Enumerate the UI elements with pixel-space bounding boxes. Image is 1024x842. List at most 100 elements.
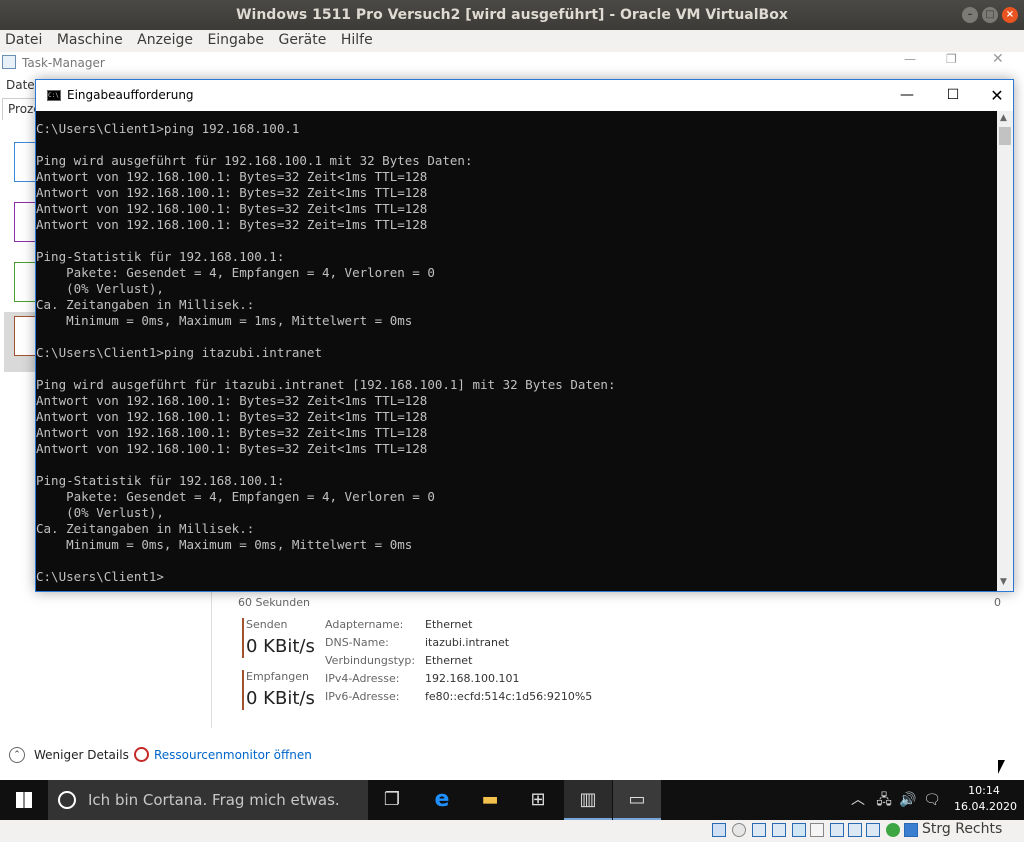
recv-label: Empfangen: [246, 670, 309, 683]
cmd-line: Ca. Zeitangaben in Millisek.:: [36, 297, 255, 312]
cmd-line: Ping-Statistik für 192.168.100.1:: [36, 249, 285, 264]
cmd-line: Antwort von 192.168.100.1: Bytes=32 Zeit…: [36, 409, 428, 424]
cmd-line: Antwort von 192.168.100.1: Bytes=32 Zeit…: [36, 185, 428, 200]
taskbar-clock[interactable]: 10:14 16.04.2020: [954, 783, 1017, 815]
prop-value-dns: itazubi.intranet: [425, 636, 510, 649]
taskmgr-restore-icon[interactable]: ❐: [946, 52, 957, 66]
vbox-statusbar: Strg Rechts: [0, 820, 1024, 842]
cmd-minimize-icon[interactable]: —: [892, 80, 922, 111]
prop-key-ipv6: IPv6-Adresse:: [325, 690, 400, 703]
cmd-line: [36, 137, 615, 153]
display-status-icon[interactable]: [830, 823, 844, 837]
recv-marker: [242, 670, 244, 710]
send-marker: [242, 618, 244, 658]
cmd-window: C:\ Eingabeaufforderung — ☐ ✕ C:\Users\C…: [35, 79, 1014, 592]
recv-value: 0 KBit/s: [246, 688, 315, 709]
vbox-menu-maschine[interactable]: Maschine: [52, 30, 128, 52]
optical-status-icon[interactable]: [732, 823, 746, 837]
prop-key-adaptername: Adaptername:: [325, 618, 404, 631]
guest-screen: Task-Manager — ❐ ✕ Datei Proze 60 Sekund…: [0, 52, 1024, 820]
hdd-status-icon[interactable]: [712, 823, 726, 837]
store-icon[interactable]: ⊞: [514, 780, 562, 820]
prop-key-dns: DNS-Name:: [325, 636, 389, 649]
task-view-icon[interactable]: ❐: [368, 780, 416, 820]
cmd-line: C:\Users\Client1>ping itazubi.intranet: [36, 345, 322, 360]
windows-logo-icon: [16, 792, 32, 808]
volume-icon[interactable]: 🔊: [896, 780, 920, 820]
start-button[interactable]: [0, 780, 48, 820]
maximize-icon[interactable]: □: [982, 7, 998, 23]
cmd-line: (0% Verlust),: [36, 505, 164, 520]
tray-chevron-up-icon[interactable]: ︿: [846, 780, 870, 820]
usb-status-icon[interactable]: [792, 823, 806, 837]
cortana-search-placeholder: Ich bin Cortana. Frag mich etwas.: [88, 791, 340, 809]
cmd-line: [36, 553, 615, 569]
prop-key-ipv4: IPv4-Adresse:: [325, 672, 400, 685]
taskmgr-close-icon[interactable]: ✕: [992, 52, 1004, 67]
cmd-line: Ca. Zeitangaben in Millisek.:: [36, 521, 255, 536]
resource-monitor-link[interactable]: Ressourcenmonitor öffnen: [154, 748, 312, 762]
less-details-link[interactable]: Weniger Details: [34, 748, 129, 762]
windows-taskbar: Ich bin Cortana. Frag mich etwas. ❐ e ▬ …: [0, 780, 1024, 820]
cmd-line: Antwort von 192.168.100.1: Bytes=32 Zeit…: [36, 217, 428, 232]
cmd-scrollbar[interactable]: ▲ ▼: [997, 111, 1013, 591]
video-capture-status-icon[interactable]: [848, 823, 862, 837]
taskmgr-app-icon: [2, 55, 16, 69]
network-icon[interactable]: 🖧: [872, 780, 896, 820]
prop-value-ipv6: fe80::ecfd:514c:1d56:9210%5: [425, 690, 593, 703]
shared-folders-status-icon[interactable]: [810, 823, 824, 837]
graph-axis-right-label: 0: [994, 596, 1001, 609]
prop-value-ipv4: 192.168.100.101: [425, 672, 520, 685]
scroll-down-icon[interactable]: ▼: [1000, 577, 1007, 587]
cmd-line: Antwort von 192.168.100.1: Bytes=32 Zeit…: [36, 393, 428, 408]
screen: Windows 1511 Pro Versuch2 [wird ausgefüh…: [0, 0, 1024, 842]
taskbar-taskmgr-icon[interactable]: ▥: [564, 780, 612, 820]
taskmgr-menu-datei[interactable]: Datei: [6, 78, 38, 92]
network-status-icon[interactable]: [772, 823, 786, 837]
taskbar-cmd-icon[interactable]: ▭: [613, 780, 661, 820]
scroll-up-icon[interactable]: ▲: [1000, 113, 1007, 123]
cmd-output: C:\Users\Client1>ping 192.168.100.1 Ping…: [36, 121, 615, 585]
taskmgr-minimize-icon[interactable]: —: [904, 52, 916, 66]
cortana-icon: [58, 791, 76, 809]
vbox-menu-geraete[interactable]: Geräte: [273, 30, 331, 52]
vbox-window-title: Windows 1511 Pro Versuch2 [wird ausgefüh…: [236, 7, 788, 23]
chevron-up-icon[interactable]: ⌃: [9, 747, 25, 763]
cmd-line: [36, 233, 615, 249]
vbox-menubar: Datei Maschine Anzeige Eingabe Geräte Hi…: [0, 30, 1024, 52]
vbox-menu-datei[interactable]: Datei: [0, 30, 47, 52]
notifications-icon[interactable]: 🗨: [920, 780, 944, 820]
vbox-titlebar: Windows 1511 Pro Versuch2 [wird ausgefüh…: [0, 0, 1024, 30]
send-label: Senden: [246, 618, 288, 631]
cmd-console[interactable]: C:\Users\Client1>ping 192.168.100.1 Ping…: [36, 111, 997, 591]
guest-additions-status-icon[interactable]: [886, 823, 900, 837]
cmd-line: C:\Users\Client1>ping 192.168.100.1: [36, 121, 300, 136]
prop-value-type: Ethernet: [425, 654, 473, 667]
prop-value-adaptername: Ethernet: [425, 618, 473, 631]
vbox-menu-eingabe[interactable]: Eingabe: [202, 30, 269, 52]
graph-axis-left-label: 60 Sekunden: [238, 596, 310, 609]
vbox-menu-anzeige[interactable]: Anzeige: [132, 30, 198, 52]
taskmgr-titlebar: Task-Manager — ❐ ✕: [0, 52, 1024, 74]
scrollbar-thumb[interactable]: [999, 127, 1011, 145]
cmd-line: Pakete: Gesendet = 4, Empfangen = 4, Ver…: [36, 489, 435, 504]
mouse-integration-status-icon[interactable]: [904, 823, 918, 837]
cmd-maximize-icon[interactable]: ☐: [938, 80, 968, 111]
cmd-line: C:\Users\Client1>: [36, 569, 164, 584]
cmd-line: Antwort von 192.168.100.1: Bytes=32 Zeit…: [36, 201, 428, 216]
file-explorer-icon[interactable]: ▬: [466, 780, 514, 820]
send-value: 0 KBit/s: [246, 636, 315, 657]
edge-icon[interactable]: e: [418, 780, 466, 820]
cmd-close-icon[interactable]: ✕: [982, 80, 1012, 111]
cmd-line: Ping wird ausgeführt für 192.168.100.1 m…: [36, 153, 473, 168]
close-icon[interactable]: ×: [1002, 7, 1018, 23]
audio-status-icon[interactable]: [752, 823, 766, 837]
cmd-line: Minimum = 0ms, Maximum = 1ms, Mittelwert…: [36, 313, 413, 328]
vt-x-status-icon[interactable]: [866, 823, 880, 837]
taskmgr-title: Task-Manager: [22, 56, 105, 70]
clock-time: 10:14: [968, 784, 1000, 797]
minimize-icon[interactable]: –: [962, 7, 978, 23]
cortana-search-box[interactable]: Ich bin Cortana. Frag mich etwas.: [48, 780, 368, 820]
vbox-menu-hilfe[interactable]: Hilfe: [336, 30, 378, 52]
cmd-line: Pakete: Gesendet = 4, Empfangen = 4, Ver…: [36, 265, 435, 280]
